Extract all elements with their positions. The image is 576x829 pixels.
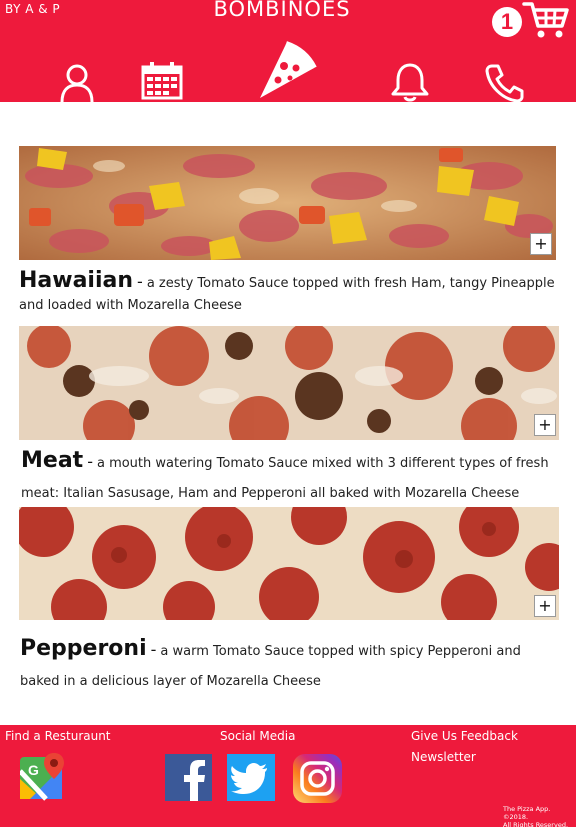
item-name: Pepperoni	[20, 636, 147, 661]
phone-icon[interactable]	[484, 64, 524, 102]
bell-icon[interactable]	[390, 62, 430, 102]
item-name: Hawaiian	[19, 268, 134, 293]
instagram-icon[interactable]	[293, 754, 342, 803]
item-text: Meat - a mouth watering Tomato Sauce mixed…	[21, 447, 561, 508]
pepperoni-pizza-image	[19, 507, 559, 620]
cart-count-badge: 1	[492, 7, 522, 37]
copyright: The Pizza App. ©2018. All Rights Reserve…	[503, 805, 575, 829]
add-hawaiian-button[interactable]: +	[530, 233, 552, 255]
add-meat-button[interactable]: +	[534, 414, 556, 436]
calendar-icon[interactable]	[141, 62, 183, 100]
hawaiian-pizza-image	[19, 146, 556, 260]
item-dash: -	[150, 640, 157, 659]
copyright-line: All Rights Reserved.	[503, 821, 569, 829]
item-description: a mouth watering Tomato Sauce mixed with…	[21, 456, 549, 501]
feedback-link[interactable]: Give Us Feedback	[411, 729, 518, 743]
app-footer: Find a Resturaunt Social Media Give Us F…	[0, 725, 576, 829]
svg-text:G: G	[28, 762, 39, 778]
cart-button[interactable]: 1	[492, 0, 574, 44]
item-text: Pepperoni - a warm Tomato Sauce topped wit…	[20, 635, 560, 696]
item-name: Meat	[21, 448, 84, 473]
item-dash: -	[137, 272, 143, 291]
user-icon[interactable]	[60, 64, 94, 102]
meat-pizza-image	[19, 326, 559, 440]
find-restaurant-link[interactable]: Find a Resturaunt	[5, 729, 111, 743]
app-title: BOMBINOES	[213, 0, 351, 21]
cart-icon	[522, 2, 569, 38]
item-dash: -	[87, 452, 93, 471]
pizza-icon[interactable]	[256, 40, 318, 102]
item-text: Hawaiian - a zesty Tomato Sauce topped wit…	[19, 268, 559, 314]
copyright-line: The Pizza App. ©2018.	[503, 805, 551, 821]
app-header: BY A & P BOMBINOES 1	[0, 0, 576, 102]
facebook-icon[interactable]	[165, 754, 212, 801]
add-pepperoni-button[interactable]: +	[534, 595, 556, 617]
twitter-icon[interactable]	[227, 754, 275, 801]
google-maps-icon[interactable]: G	[20, 753, 66, 801]
newsletter-link[interactable]: Newsletter	[411, 750, 476, 764]
social-media-heading: Social Media	[220, 729, 296, 743]
